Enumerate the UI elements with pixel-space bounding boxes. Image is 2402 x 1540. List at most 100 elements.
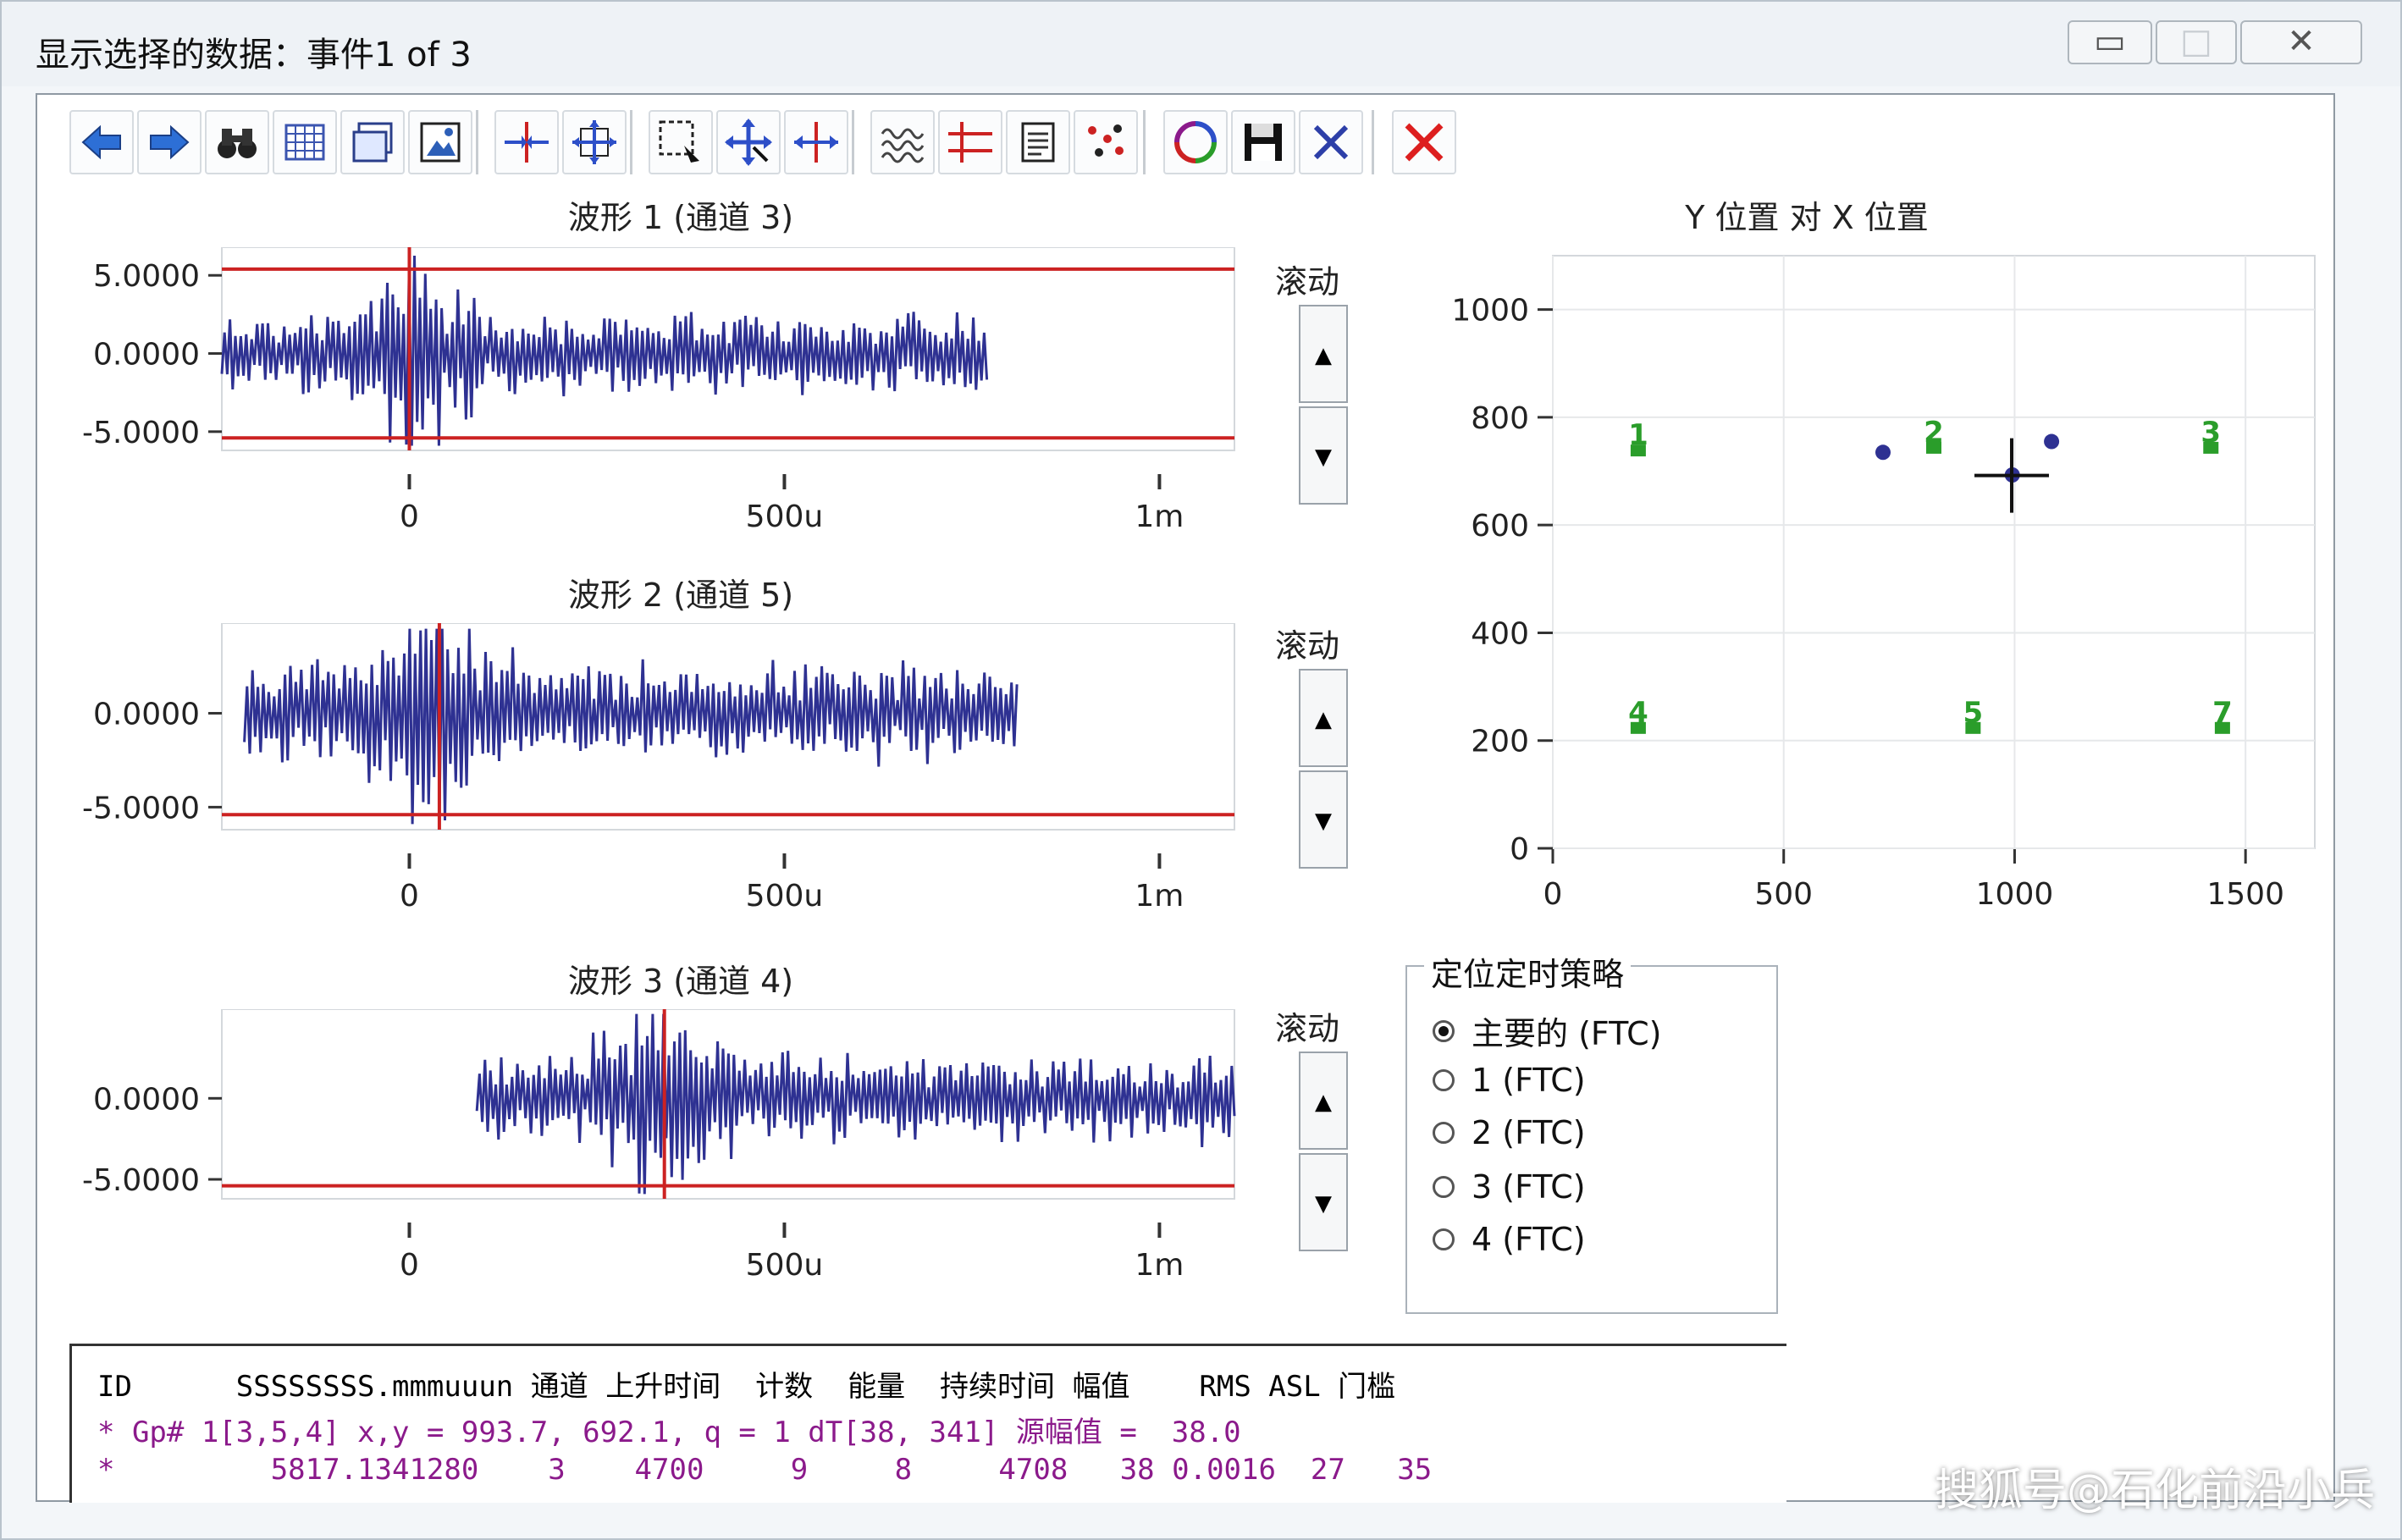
y-tick-label: -5.0000	[82, 1163, 200, 1198]
radio-button[interactable]	[1433, 1228, 1455, 1250]
scroll-down-button[interactable]: ▼	[1299, 770, 1348, 869]
y-tick-label: 800	[1471, 401, 1529, 436]
toolbar	[37, 95, 2333, 195]
scatter-icon	[1088, 124, 1124, 157]
strategy-option-label: 2 (FTC)	[1472, 1114, 1586, 1151]
event-log: ID SSSSSSSS.mmmuuun 通道 上升时间 计数 能量 持续时间 幅…	[69, 1344, 1786, 1503]
strategy-option-label: 3 (FTC)	[1472, 1168, 1586, 1206]
threshold-lines-icon	[948, 122, 992, 163]
y-tick-label: 5.0000	[93, 259, 200, 294]
arrow-up-icon: ▲	[1315, 1090, 1332, 1115]
event-point[interactable]	[2044, 433, 2060, 450]
x-tick-label: 1m	[1135, 1248, 1184, 1283]
grid-button[interactable]	[273, 110, 337, 174]
toolbar-separator	[1143, 110, 1146, 174]
watermark: 搜狐号@石化前沿小兵	[1934, 1465, 2375, 1516]
save-icon	[1245, 124, 1282, 161]
binoculars-button[interactable]	[205, 110, 269, 174]
waveform-1-plot[interactable]: 5.0000 0.0000 -5.0000 0 500u 1m	[37, 247, 1256, 544]
sensor-label: 5	[1963, 696, 1984, 730]
y-tick-label: 0	[1510, 832, 1529, 867]
recycle-button[interactable]	[1163, 110, 1228, 174]
red-x-button[interactable]	[1392, 110, 1456, 174]
strategy-option-label: 4 (FTC)	[1472, 1221, 1586, 1258]
window-copy-icon	[352, 122, 393, 163]
zoom-select-button[interactable]	[649, 110, 713, 174]
move-all-icon	[572, 120, 616, 164]
y-tick-label: 200	[1471, 725, 1529, 759]
y-tick-label: -5.0000	[82, 416, 200, 450]
y-tick-label: 600	[1471, 509, 1529, 544]
x-tick-label: 500u	[746, 1248, 824, 1283]
move-all-button[interactable]	[562, 110, 627, 174]
x-tick-label: 0	[400, 1248, 419, 1283]
strategy-option-3[interactable]: 3 (FTC)	[1433, 1168, 1586, 1206]
waveform-button[interactable]	[870, 110, 935, 174]
cursor-horizontal-icon	[505, 122, 549, 163]
sensor-label: 7	[2212, 696, 2233, 730]
strategy-option-2[interactable]: 2 (FTC)	[1433, 1114, 1586, 1151]
radio-button[interactable]	[1433, 1019, 1455, 1042]
x-tick-label: 0	[400, 879, 419, 914]
close-button[interactable]: ✕	[2240, 20, 2362, 64]
scroll-down-button[interactable]: ▼	[1299, 406, 1348, 505]
xy-location-plot[interactable]: 0 500 1000 1500 0 200 400 600 800 1000 1 2 3 4 5 7	[1383, 239, 2332, 1052]
arrow-down-icon: ▼	[1315, 809, 1332, 834]
pan-icon	[725, 119, 772, 166]
scroll-up-button[interactable]: ▲	[1299, 669, 1348, 767]
zoom-select-icon	[659, 120, 699, 163]
image-button[interactable]	[408, 110, 472, 174]
radio-button[interactable]	[1433, 1176, 1455, 1198]
y-tick-label: 1000	[1451, 294, 1529, 328]
radio-button[interactable]	[1433, 1069, 1455, 1091]
client-area: 波形 1 (通道 3) 5.0000 0.0000 -5.0000 0 500u 1m 滚动 ▲…	[36, 93, 2335, 1503]
xy-plot-title: Y 位置 对 X 位置	[1685, 199, 1929, 236]
radio-button[interactable]	[1433, 1122, 1455, 1144]
scroll-down-button[interactable]: ▼	[1299, 1153, 1348, 1251]
arrow-up-icon: ▲	[1315, 343, 1332, 368]
waveform-3-title: 波形 3 (通道 4)	[567, 963, 794, 1000]
scatter-button[interactable]	[1074, 110, 1138, 174]
log-header: ID SSSSSSSS.mmmuuun 通道 上升时间 计数 能量 持续时间 幅…	[97, 1370, 1396, 1404]
threshold-lines-button[interactable]	[938, 110, 1002, 174]
cursor-horizontal-button[interactable]	[494, 110, 559, 174]
event-point[interactable]	[1875, 444, 1891, 461]
blue-x-button[interactable]	[1299, 110, 1363, 174]
event-data-window: 显示选择的数据：事件1 of 3 ▭ □ ✕ 波形 1 (通道 3) 5.0000…	[0, 0, 2402, 1540]
expand-horizontal-icon	[794, 122, 838, 163]
minimize-button[interactable]: ▭	[2068, 20, 2152, 64]
toolbar-separator	[852, 110, 854, 174]
scroll-up-button[interactable]: ▲	[1299, 305, 1348, 403]
x-tick-label: 1500	[2206, 877, 2284, 912]
scroll-label: 滚动	[1275, 1010, 1340, 1047]
scroll-label: 滚动	[1275, 263, 1340, 301]
waveform-2-plot[interactable]: 0.0000 -5.0000 0 500u 1m	[37, 623, 1256, 923]
sensor-label: 2	[1924, 416, 1944, 450]
maximize-button[interactable]: □	[2156, 20, 2237, 64]
pan-button[interactable]	[716, 110, 781, 174]
minimize-icon: ▭	[2094, 22, 2126, 61]
grid-icon	[284, 124, 325, 161]
strategy-option-1[interactable]: 1 (FTC)	[1433, 1062, 1586, 1099]
y-tick-label: 0.0000	[93, 697, 200, 731]
expand-horizontal-button[interactable]	[784, 110, 848, 174]
arrow-up-icon: ▲	[1315, 707, 1332, 732]
x-tick-label: 500	[1754, 877, 1813, 912]
log-line-2: * 5817.1341280 3 4700 9 8 4708 38 0.0016…	[97, 1453, 1433, 1487]
scroll-up-button[interactable]: ▲	[1299, 1052, 1348, 1150]
x-tick-label: 500u	[746, 879, 824, 914]
back-arrow-button[interactable]	[69, 110, 134, 174]
back-arrow-icon	[81, 124, 121, 160]
waveform-icon	[881, 128, 925, 163]
forward-arrow-button[interactable]	[137, 110, 202, 174]
waveform-3-plot[interactable]: 0.0000 -5.0000 0 500u 1m	[37, 1009, 1256, 1292]
toolbar-separator	[476, 110, 478, 174]
forward-arrow-icon	[150, 124, 190, 160]
strategy-option-4[interactable]: 4 (FTC)	[1433, 1221, 1586, 1258]
window-copy-button[interactable]	[340, 110, 405, 174]
notes-button[interactable]	[1006, 110, 1070, 174]
y-tick-label: 400	[1471, 616, 1529, 651]
strategy-option-0[interactable]: 主要的 (FTC)	[1433, 1007, 1661, 1054]
save-button[interactable]	[1231, 110, 1295, 174]
y-tick-label: -5.0000	[82, 791, 200, 825]
